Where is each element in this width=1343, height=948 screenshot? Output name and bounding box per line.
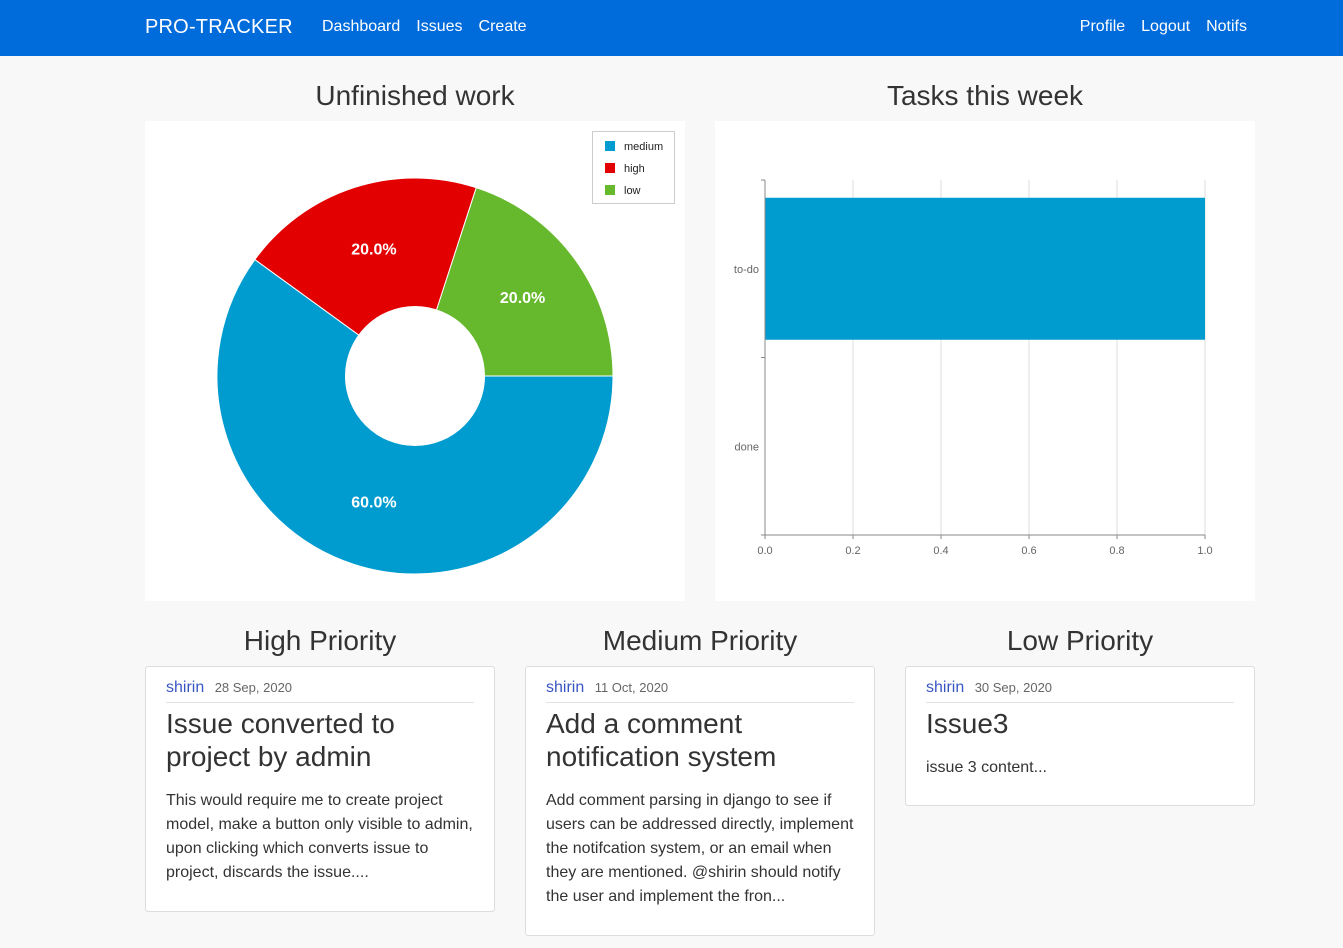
nav-profile-link[interactable]: Profile [1080, 18, 1125, 36]
legend-label-low: low [624, 185, 641, 197]
y-category-label: done [735, 441, 759, 453]
issue-excerpt: Add comment parsing in django to see if … [546, 792, 854, 905]
pie-label-high: 20.0% [351, 242, 396, 259]
pie-chart: 20.0% 20.0% 60.0% medium high low [216, 131, 675, 575]
x-tick-label: 0.0 [757, 545, 772, 557]
card-meta: shirin 11 Oct, 2020 [546, 679, 854, 703]
medium-priority-card[interactable]: shirin 11 Oct, 2020 Add a comment notifi… [525, 666, 875, 936]
nav-left: Dashboard Issues Create [322, 18, 527, 36]
issue-date: 28 Sep, 2020 [214, 680, 293, 695]
pie-chart-panel: 20.0% 20.0% 60.0% medium high low [145, 121, 685, 601]
issue-date: 11 Oct, 2020 [594, 680, 669, 695]
nav-right: Profile Logout Notifs [1080, 18, 1247, 36]
issue-date: 30 Sep, 2020 [974, 680, 1053, 695]
nav-dashboard-link[interactable]: Dashboard [322, 18, 400, 36]
x-tick-label: 0.4 [933, 545, 948, 557]
issue-title[interactable]: Issue3 [926, 707, 1234, 740]
pie-label-medium: 60.0% [351, 494, 396, 511]
brand-logo[interactable]: PRO-TRACKER [145, 16, 293, 39]
x-tick-label: 1.0 [1197, 545, 1212, 557]
card-meta: shirin 30 Sep, 2020 [926, 679, 1234, 703]
issue-title[interactable]: Add a comment notification system [546, 707, 854, 773]
x-tick-label: 0.6 [1021, 545, 1036, 557]
high-priority-heading: High Priority [243, 625, 397, 656]
card-meta: shirin 28 Sep, 2020 [166, 679, 474, 703]
nav-create-link[interactable]: Create [479, 18, 527, 36]
legend-swatch-low [605, 185, 615, 195]
navbar: PRO-TRACKER Dashboard Issues Create Prof… [0, 0, 1343, 56]
legend-label-medium: medium [624, 141, 663, 153]
high-priority-card[interactable]: shirin 28 Sep, 2020 Issue converted to p… [145, 666, 495, 912]
legend-label-high: high [624, 163, 645, 175]
legend-swatch-high [605, 163, 615, 173]
issue-excerpt: issue 3 content... [926, 759, 1047, 776]
bar-to-do[interactable] [765, 197, 1205, 340]
nav-notifs-link[interactable]: Notifs [1206, 18, 1247, 36]
author-link[interactable]: shirin [546, 679, 584, 696]
low-priority-card[interactable]: shirin 30 Sep, 2020 Issue3 issue 3 conte… [905, 666, 1255, 806]
pie-legend: medium high low [592, 131, 675, 204]
bar-chart: 0.0 0.2 0.4 0.6 0.8 1.0 to-do done [734, 179, 1213, 557]
nav-issues-link[interactable]: Issues [416, 18, 462, 36]
x-tick-label: 0.2 [845, 545, 860, 557]
legend-swatch-medium [605, 141, 615, 151]
bar-chart-panel: 0.0 0.2 0.4 0.6 0.8 1.0 to-do done [715, 121, 1255, 601]
issue-excerpt: This would require me to create project … [166, 792, 473, 881]
x-tick-label: 0.8 [1109, 545, 1124, 557]
low-priority-heading: Low Priority [1006, 625, 1154, 656]
author-link[interactable]: shirin [926, 679, 964, 696]
author-link[interactable]: shirin [166, 679, 204, 696]
pie-chart-title: Unfinished work [315, 80, 515, 111]
issue-title[interactable]: Issue converted to project by admin [166, 707, 474, 773]
nav-logout-link[interactable]: Logout [1141, 18, 1190, 36]
bar-chart-title: Tasks this week [886, 80, 1084, 111]
pie-donut-hole [345, 306, 485, 446]
y-category-label: to-do [734, 264, 759, 276]
medium-priority-heading: Medium Priority [602, 625, 798, 656]
pie-label-low: 20.0% [500, 290, 545, 307]
